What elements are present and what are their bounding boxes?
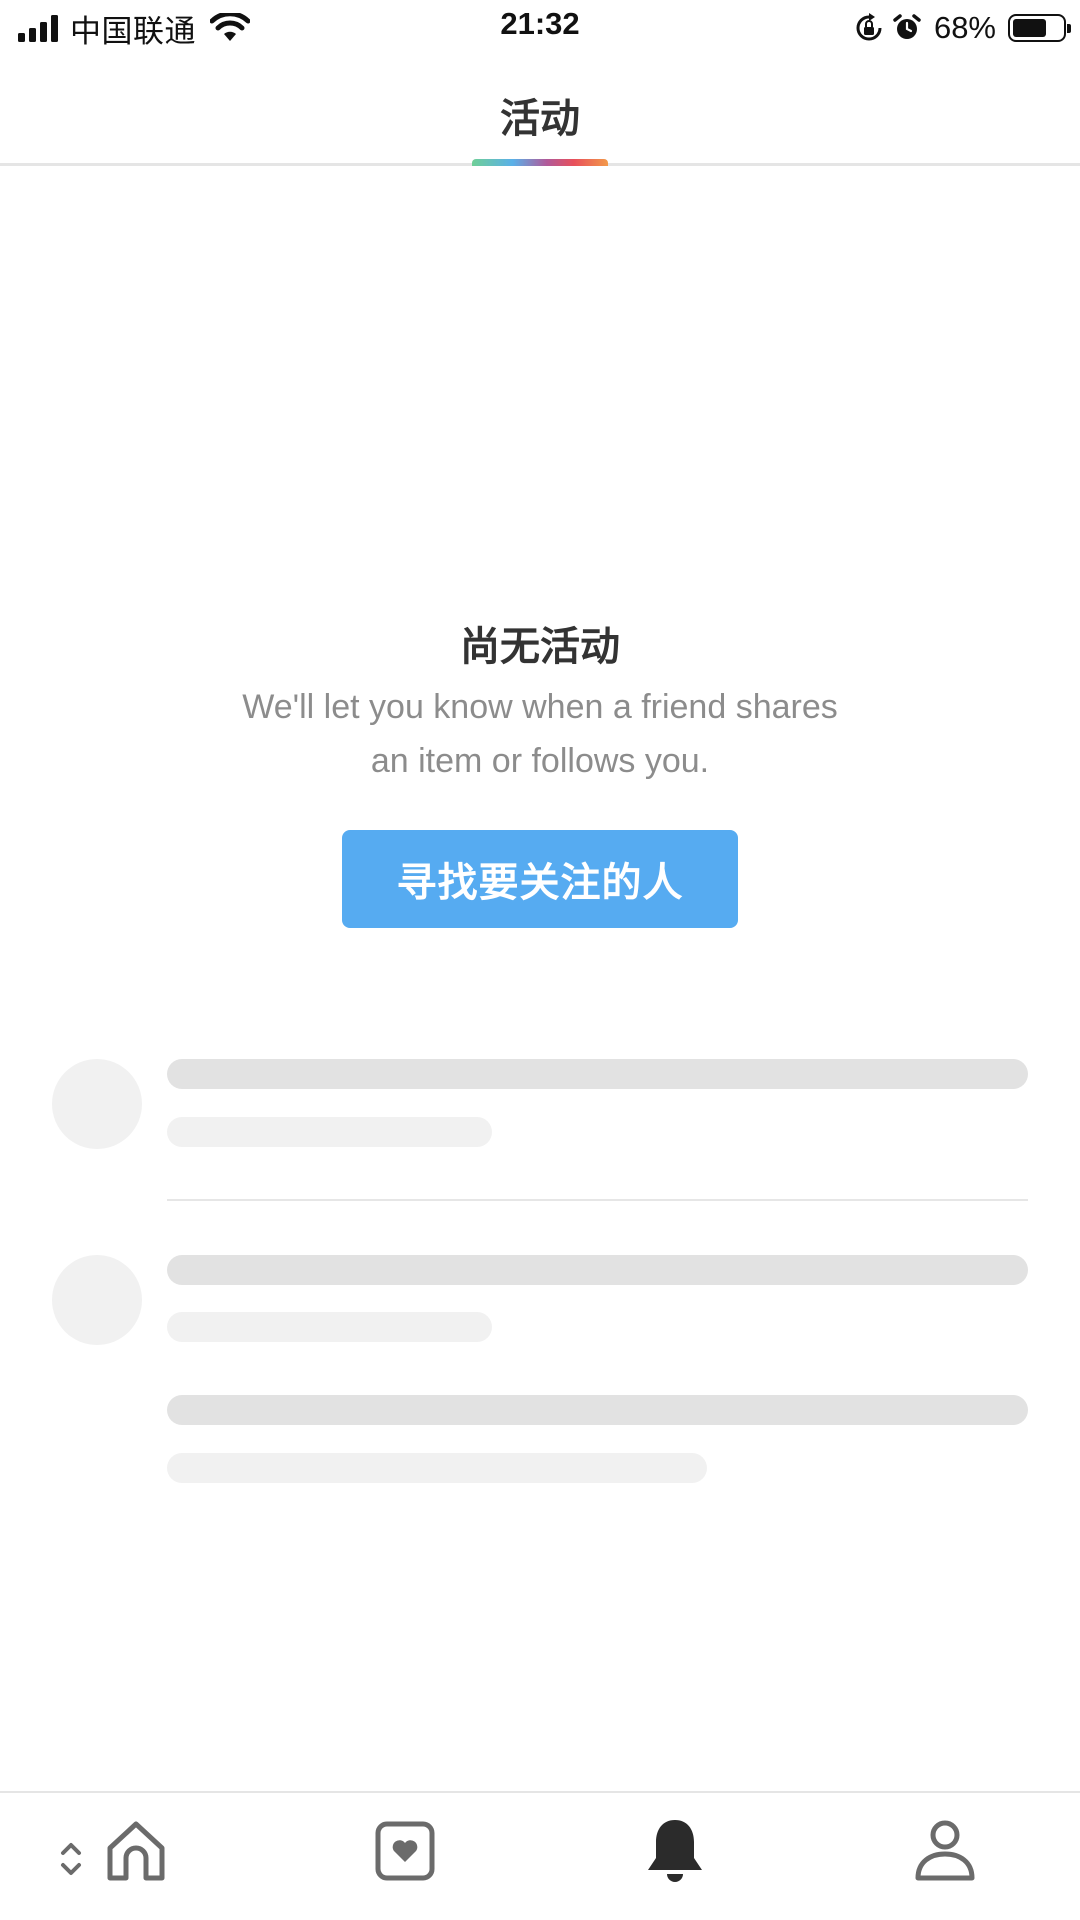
home-icon (107, 1821, 165, 1881)
skeleton-line (167, 1395, 1028, 1425)
status-right: 68% (854, 8, 1071, 48)
skeleton-line (167, 1059, 1028, 1089)
skeleton-divider (167, 1199, 1028, 1201)
battery-percent: 68% (933, 10, 996, 45)
rotation-lock-icon (856, 13, 882, 41)
skeleton-avatar (52, 1255, 142, 1345)
skeleton-line (167, 1117, 492, 1147)
tab-indicator (472, 159, 608, 166)
alarm-icon (893, 14, 921, 39)
empty-state-description: We'll let you know when a friend shares … (242, 688, 838, 780)
battery-icon (1008, 14, 1071, 42)
page-header: 活动 (0, 56, 1080, 166)
status-bar: 中国联通 21:32 68% (0, 0, 1080, 56)
empty-state-title: 尚无活动 (460, 625, 620, 669)
nav-profile[interactable] (905, 1811, 985, 1891)
bell-icon (648, 1820, 702, 1882)
profile-icon (915, 1820, 975, 1881)
chevron-updown-icon[interactable] (56, 1833, 86, 1885)
skeleton-line (167, 1312, 492, 1342)
page-title[interactable]: 活动 (0, 86, 1080, 144)
nav-home[interactable] (96, 1811, 176, 1891)
nav-favorites[interactable] (365, 1811, 445, 1891)
skeleton-line (167, 1255, 1028, 1285)
heart-card-icon (375, 1821, 435, 1881)
skeleton-avatar (52, 1059, 142, 1149)
bottom-nav (0, 1793, 1080, 1920)
nav-activity[interactable] (635, 1811, 715, 1891)
battery-fill (1013, 19, 1046, 37)
skeleton-line (167, 1453, 707, 1483)
find-people-button[interactable]: 寻找要关注的人 (342, 830, 738, 928)
